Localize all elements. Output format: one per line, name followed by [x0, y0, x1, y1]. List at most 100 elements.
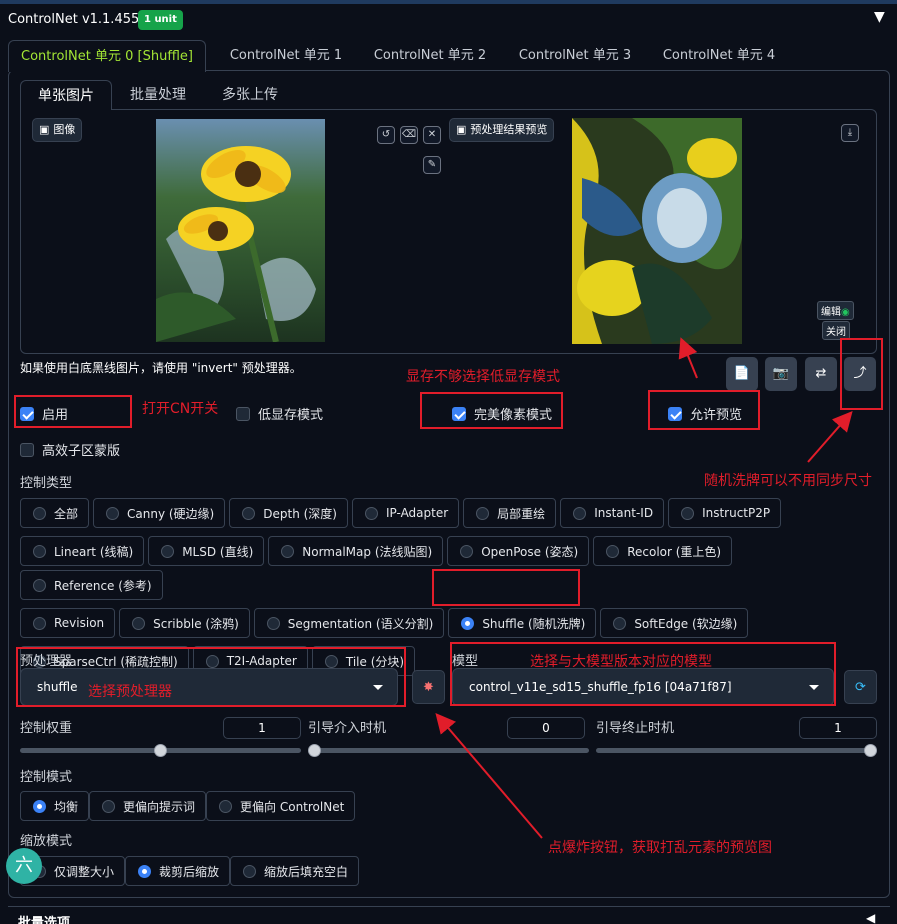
control-type-option[interactable]: Depth (深度) — [229, 498, 348, 528]
document-icon[interactable]: 📄 — [726, 357, 758, 391]
camera-icon[interactable]: 📷 — [765, 357, 797, 391]
resize-mode-label: 缩放模式 — [20, 834, 73, 849]
radio-dot[interactable] — [219, 799, 233, 813]
checkbox-box[interactable] — [452, 406, 466, 421]
send-dimensions-icon[interactable]: ⤴ — [844, 357, 876, 391]
triangle-down-icon[interactable]: ▼ — [874, 9, 885, 25]
radio-dot[interactable] — [243, 864, 257, 878]
control-type-option[interactable]: IP-Adapter — [351, 498, 460, 528]
radio-dot[interactable] — [205, 654, 219, 668]
swap-icon[interactable]: ⇄ — [805, 357, 837, 391]
radio-dot[interactable] — [33, 544, 46, 558]
tab-batch[interactable]: 批量处理 — [116, 80, 200, 110]
radio-dot[interactable] — [461, 616, 475, 630]
checkbox-box[interactable] — [20, 406, 34, 421]
end-step-input[interactable]: 1 — [799, 717, 877, 739]
radio-dot[interactable] — [266, 616, 280, 630]
control-type-option[interactable]: 全部 — [20, 498, 90, 528]
brush-icon[interactable]: ✎ — [423, 156, 441, 174]
resize-mode-option[interactable]: 缩放后填充空白 — [230, 856, 360, 886]
eraser-icon[interactable]: ⌫ — [400, 126, 418, 144]
annotation-model: 选择与大模型版本对应的模型 — [530, 654, 712, 670]
end-step-slider[interactable] — [596, 748, 877, 753]
tab-multi-upload[interactable]: 多张上传 — [208, 80, 292, 110]
radio-dot[interactable] — [132, 616, 146, 630]
allow-preview-checkbox[interactable]: 允许预览 — [668, 404, 742, 423]
download-icon[interactable]: ⤓ — [841, 124, 859, 142]
radio-dot[interactable] — [613, 616, 627, 630]
tab-unit-0[interactable]: ControlNet 单元 0 [Shuffle] — [8, 40, 206, 72]
explode-icon[interactable]: ✸ — [412, 670, 445, 704]
start-step-slider-thumb[interactable] — [308, 744, 321, 757]
panel-title: ControlNet v1.1.455 — [8, 12, 140, 27]
close-icon[interactable]: ✕ — [423, 126, 441, 144]
checkbox-box[interactable] — [236, 406, 250, 421]
edit-button[interactable]: 编辑◉ — [817, 301, 854, 320]
control-mode-option[interactable]: 更偏向提示词 — [89, 791, 207, 821]
radio-dot[interactable] — [281, 544, 295, 558]
radio-dot[interactable] — [606, 544, 620, 558]
close-preview-button[interactable]: 关闭 — [822, 321, 850, 340]
control-type-option[interactable]: MLSD (直线) — [148, 536, 265, 566]
control-type-option[interactable]: Segmentation (语义分割) — [253, 608, 445, 638]
radio-dot[interactable] — [460, 544, 474, 558]
control-type-option[interactable]: Revision — [20, 608, 116, 638]
model-dropdown[interactable]: control_v11e_sd15_shuffle_fp16 [04a71f87… — [452, 668, 834, 706]
tab-unit-3[interactable]: ControlNet 单元 3 — [505, 40, 645, 71]
control-type-option[interactable]: InstructP2P — [668, 498, 782, 528]
radio-dot[interactable] — [102, 799, 116, 813]
control-type-option[interactable]: Lineart (线稿) — [20, 536, 145, 566]
control-type-option-label: Depth (深度) — [263, 506, 337, 521]
radio-dot[interactable] — [324, 654, 338, 668]
weight-input[interactable]: 1 — [223, 717, 301, 739]
radio-dot[interactable] — [106, 506, 120, 520]
control-type-option[interactable]: Scribble (涂鸦) — [119, 608, 250, 638]
input-image[interactable] — [156, 119, 325, 342]
control-type-option[interactable]: NormalMap (法线贴图) — [268, 536, 444, 566]
avatar[interactable]: 六 — [6, 848, 42, 884]
control-type-option[interactable]: OpenPose (姿态) — [447, 536, 590, 566]
checkbox-box[interactable] — [668, 406, 682, 421]
pixel-perfect-checkbox[interactable]: 完美像素模式 — [452, 404, 552, 423]
start-step-input[interactable]: 0 — [507, 717, 585, 739]
control-mode-option[interactable]: 均衡 — [20, 791, 90, 821]
radio-dot[interactable] — [681, 506, 695, 520]
radio-dot[interactable] — [33, 578, 46, 592]
tab-unit-1[interactable]: ControlNet 单元 1 — [216, 40, 356, 71]
batch-options-header[interactable] — [8, 906, 890, 924]
radio-dot[interactable] — [573, 506, 587, 520]
radio-dot[interactable] — [33, 799, 46, 813]
control-type-option[interactable]: 局部重绘 — [463, 498, 557, 528]
radio-dot[interactable] — [476, 506, 490, 520]
low-vram-checkbox[interactable]: 低显存模式 — [236, 404, 323, 423]
invert-hint: 如果使用白底黑线图片，请使用 "invert" 预处理器。 — [20, 361, 302, 375]
radio-dot[interactable] — [33, 506, 46, 520]
control-type-option-label: NormalMap (法线贴图) — [302, 544, 433, 559]
triangle-left-icon[interactable]: ◀ — [866, 911, 875, 924]
weight-slider-thumb[interactable] — [154, 744, 167, 757]
control-type-option[interactable]: Shuffle (随机洗牌) — [448, 608, 597, 638]
control-mode-option[interactable]: 更偏向 ControlNet — [206, 791, 356, 821]
checkbox-box[interactable] — [20, 442, 34, 457]
control-type-option[interactable]: Recolor (重上色) — [593, 536, 733, 566]
refresh-icon[interactable]: ⟳ — [844, 670, 877, 704]
preprocessor-dropdown[interactable]: shuffle — [20, 668, 398, 706]
control-type-option[interactable]: Canny (硬边缘) — [93, 498, 226, 528]
radio-dot[interactable] — [33, 616, 46, 630]
tab-unit-4[interactable]: ControlNet 单元 4 — [649, 40, 789, 71]
radio-dot[interactable] — [242, 506, 256, 520]
tab-single-image[interactable]: 单张图片 — [20, 80, 112, 110]
mask-upload-checkbox[interactable]: 高效子区蒙版 — [20, 440, 120, 459]
radio-dot[interactable] — [161, 544, 175, 558]
start-step-slider[interactable] — [308, 748, 589, 753]
enable-checkbox[interactable]: 启用 — [20, 404, 68, 423]
control-type-option[interactable]: SoftEdge (软边缘) — [600, 608, 749, 638]
end-step-slider-thumb[interactable] — [864, 744, 877, 757]
radio-dot[interactable] — [364, 506, 378, 520]
control-type-option[interactable]: Reference (参考) — [20, 570, 163, 600]
resize-mode-option[interactable]: 裁剪后缩放 — [125, 856, 231, 886]
radio-dot[interactable] — [138, 864, 152, 878]
undo-icon[interactable]: ↺ — [377, 126, 395, 144]
control-type-option[interactable]: Instant-ID — [560, 498, 665, 528]
tab-unit-2[interactable]: ControlNet 单元 2 — [360, 40, 500, 71]
